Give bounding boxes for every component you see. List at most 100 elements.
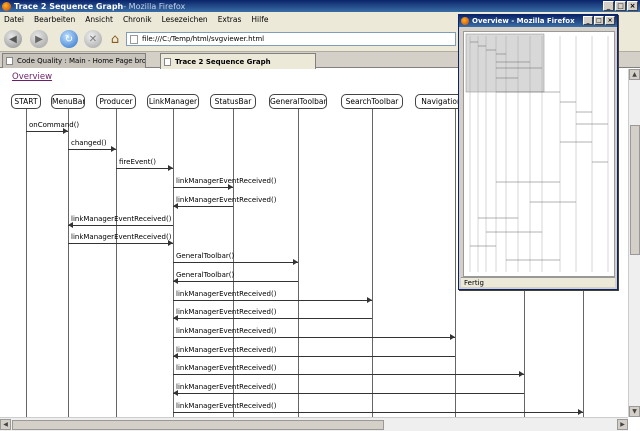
page-icon (130, 34, 138, 44)
overview-title: Overview - Mozilla Firefox (472, 17, 575, 25)
horizontal-scroll-thumb[interactable] (12, 420, 384, 430)
message-arrow (173, 374, 524, 375)
arrowhead-icon (63, 128, 68, 134)
message-arrow (173, 393, 524, 394)
home-button[interactable]: ⌂ (106, 30, 124, 48)
message-arrow (173, 206, 233, 207)
maximize-button[interactable]: □ (615, 1, 626, 11)
menu-extras[interactable]: Extras (218, 15, 242, 24)
message-arrow (68, 149, 116, 150)
overview-statusbar: Fertig (461, 277, 615, 287)
lifeline-start: START (11, 94, 41, 109)
scroll-left-button[interactable]: ◀ (0, 419, 11, 430)
lifeline-line (116, 109, 117, 417)
menu-chronik[interactable]: Chronik (123, 15, 152, 24)
minimize-button[interactable]: _ (603, 1, 614, 11)
overview-minimap (465, 33, 609, 272)
menu-lesezeichen[interactable]: Lesezeichen (162, 15, 208, 24)
home-icon: ⌂ (110, 31, 120, 47)
message-label: linkManagerEventReceived() (176, 364, 277, 372)
message-label: linkManagerEventReceived() (176, 177, 277, 185)
message-label: changed() (71, 139, 107, 147)
stop-icon: ✕ (88, 33, 98, 45)
vertical-scroll-thumb[interactable] (630, 125, 640, 255)
message-label: linkManagerEventReceived() (176, 383, 277, 391)
window-title-app: - Mozilla Firefox (123, 1, 186, 11)
message-label: linkManagerEventReceived() (176, 196, 277, 204)
overview-close-button[interactable]: × (605, 16, 615, 25)
lifeline-linkmanager: LinkManager (147, 94, 199, 109)
message-label: linkManagerEventReceived() (176, 290, 277, 298)
lifeline-producer: Producer (96, 94, 136, 109)
arrowhead-icon (173, 390, 178, 396)
window-title: Trace 2 Sequence Graph (14, 1, 124, 11)
message-label: linkManagerEventReceived() (176, 327, 277, 335)
firefox-icon (461, 17, 469, 25)
overview-minimize-button[interactable]: _ (583, 16, 593, 25)
overview-thumbnail[interactable] (463, 31, 615, 277)
tab-code-quality[interactable]: Code Quality : Main - Home Page browse (2, 53, 146, 68)
overview-link[interactable]: Overview (12, 72, 52, 82)
tab-trace-sequence-graph[interactable]: Trace 2 Sequence Graph (160, 53, 316, 69)
arrowhead-icon (519, 371, 524, 377)
arrowhead-icon (173, 203, 178, 209)
menu-hilfe[interactable]: Hilfe (251, 15, 268, 24)
message-arrow (26, 131, 68, 132)
message-label: linkManagerEventReceived() (176, 308, 277, 316)
message-label: linkManagerEventReceived() (176, 346, 277, 354)
viewport-indicator (465, 33, 545, 93)
forward-arrow-icon: ▶ (35, 33, 43, 45)
message-label: linkManagerEventReceived() (71, 215, 172, 223)
arrowhead-icon (228, 184, 233, 190)
lifeline-line (26, 109, 27, 417)
window-titlebar: Trace 2 Sequence Graph - Mozilla Firefox… (0, 0, 640, 12)
overview-maximize-button[interactable]: □ (594, 16, 604, 25)
scroll-up-button[interactable]: ▲ (629, 69, 640, 80)
menu-bearbeiten[interactable]: Bearbeiten (34, 15, 75, 24)
tab-page-icon (164, 57, 171, 66)
firefox-icon (2, 1, 11, 11)
menu-datei[interactable]: Datei (4, 15, 24, 24)
forward-button[interactable]: ▶ (30, 30, 48, 48)
close-button[interactable]: × (627, 1, 638, 11)
reload-button[interactable]: ↻ (60, 30, 78, 48)
lifeline-line (298, 109, 299, 417)
lifeline-line (455, 109, 456, 417)
message-arrow (116, 168, 173, 169)
stop-button[interactable]: ✕ (84, 30, 102, 48)
lifeline-line (372, 109, 373, 417)
lifeline-menubar: MenuBar (51, 94, 85, 109)
arrowhead-icon (173, 315, 178, 321)
arrowhead-icon (173, 278, 178, 284)
message-arrow (173, 318, 372, 319)
scroll-right-button[interactable]: ▶ (617, 419, 628, 430)
message-label: GeneralToolbar() (176, 252, 235, 260)
tab-label: Trace 2 Sequence Graph (175, 57, 271, 66)
message-arrow (68, 243, 173, 244)
back-button[interactable]: ◀ (4, 30, 22, 48)
tab-page-icon (6, 57, 13, 65)
message-arrow (68, 225, 173, 226)
message-label: onCommand() (29, 121, 80, 129)
arrowhead-icon (168, 240, 173, 246)
message-arrow (173, 300, 372, 301)
arrowhead-icon (578, 409, 583, 415)
lifeline-searchtoolbar: SearchToolbar (341, 94, 403, 109)
address-url: file:///C:/Temp/html/svgviewer.html (142, 35, 265, 43)
horizontal-scrollbar[interactable]: ◀ ▶ (0, 417, 628, 431)
lifeline-statusbar: StatusBar (210, 94, 256, 109)
overview-titlebar: Overview - Mozilla Firefox _ □ × (459, 15, 617, 27)
tab-label: Code Quality : Main - Home Page browse (17, 57, 146, 65)
vertical-scrollbar[interactable]: ▲ ▼ (628, 69, 640, 417)
overview-window[interactable]: Overview - Mozilla Firefox _ □ × Fertig (458, 14, 618, 290)
message-label: fireEvent() (119, 158, 156, 166)
lifeline-line (173, 109, 174, 417)
arrowhead-icon (367, 297, 372, 303)
scroll-down-button[interactable]: ▼ (629, 406, 640, 417)
menu-ansicht[interactable]: Ansicht (85, 15, 113, 24)
message-arrow (173, 281, 298, 282)
message-label: linkManagerEventReceived() (71, 233, 172, 241)
lifeline-generaltoolbar: GeneralToolbar (269, 94, 327, 109)
arrowhead-icon (111, 146, 116, 152)
address-bar[interactable]: file:///C:/Temp/html/svgviewer.html (126, 32, 456, 46)
